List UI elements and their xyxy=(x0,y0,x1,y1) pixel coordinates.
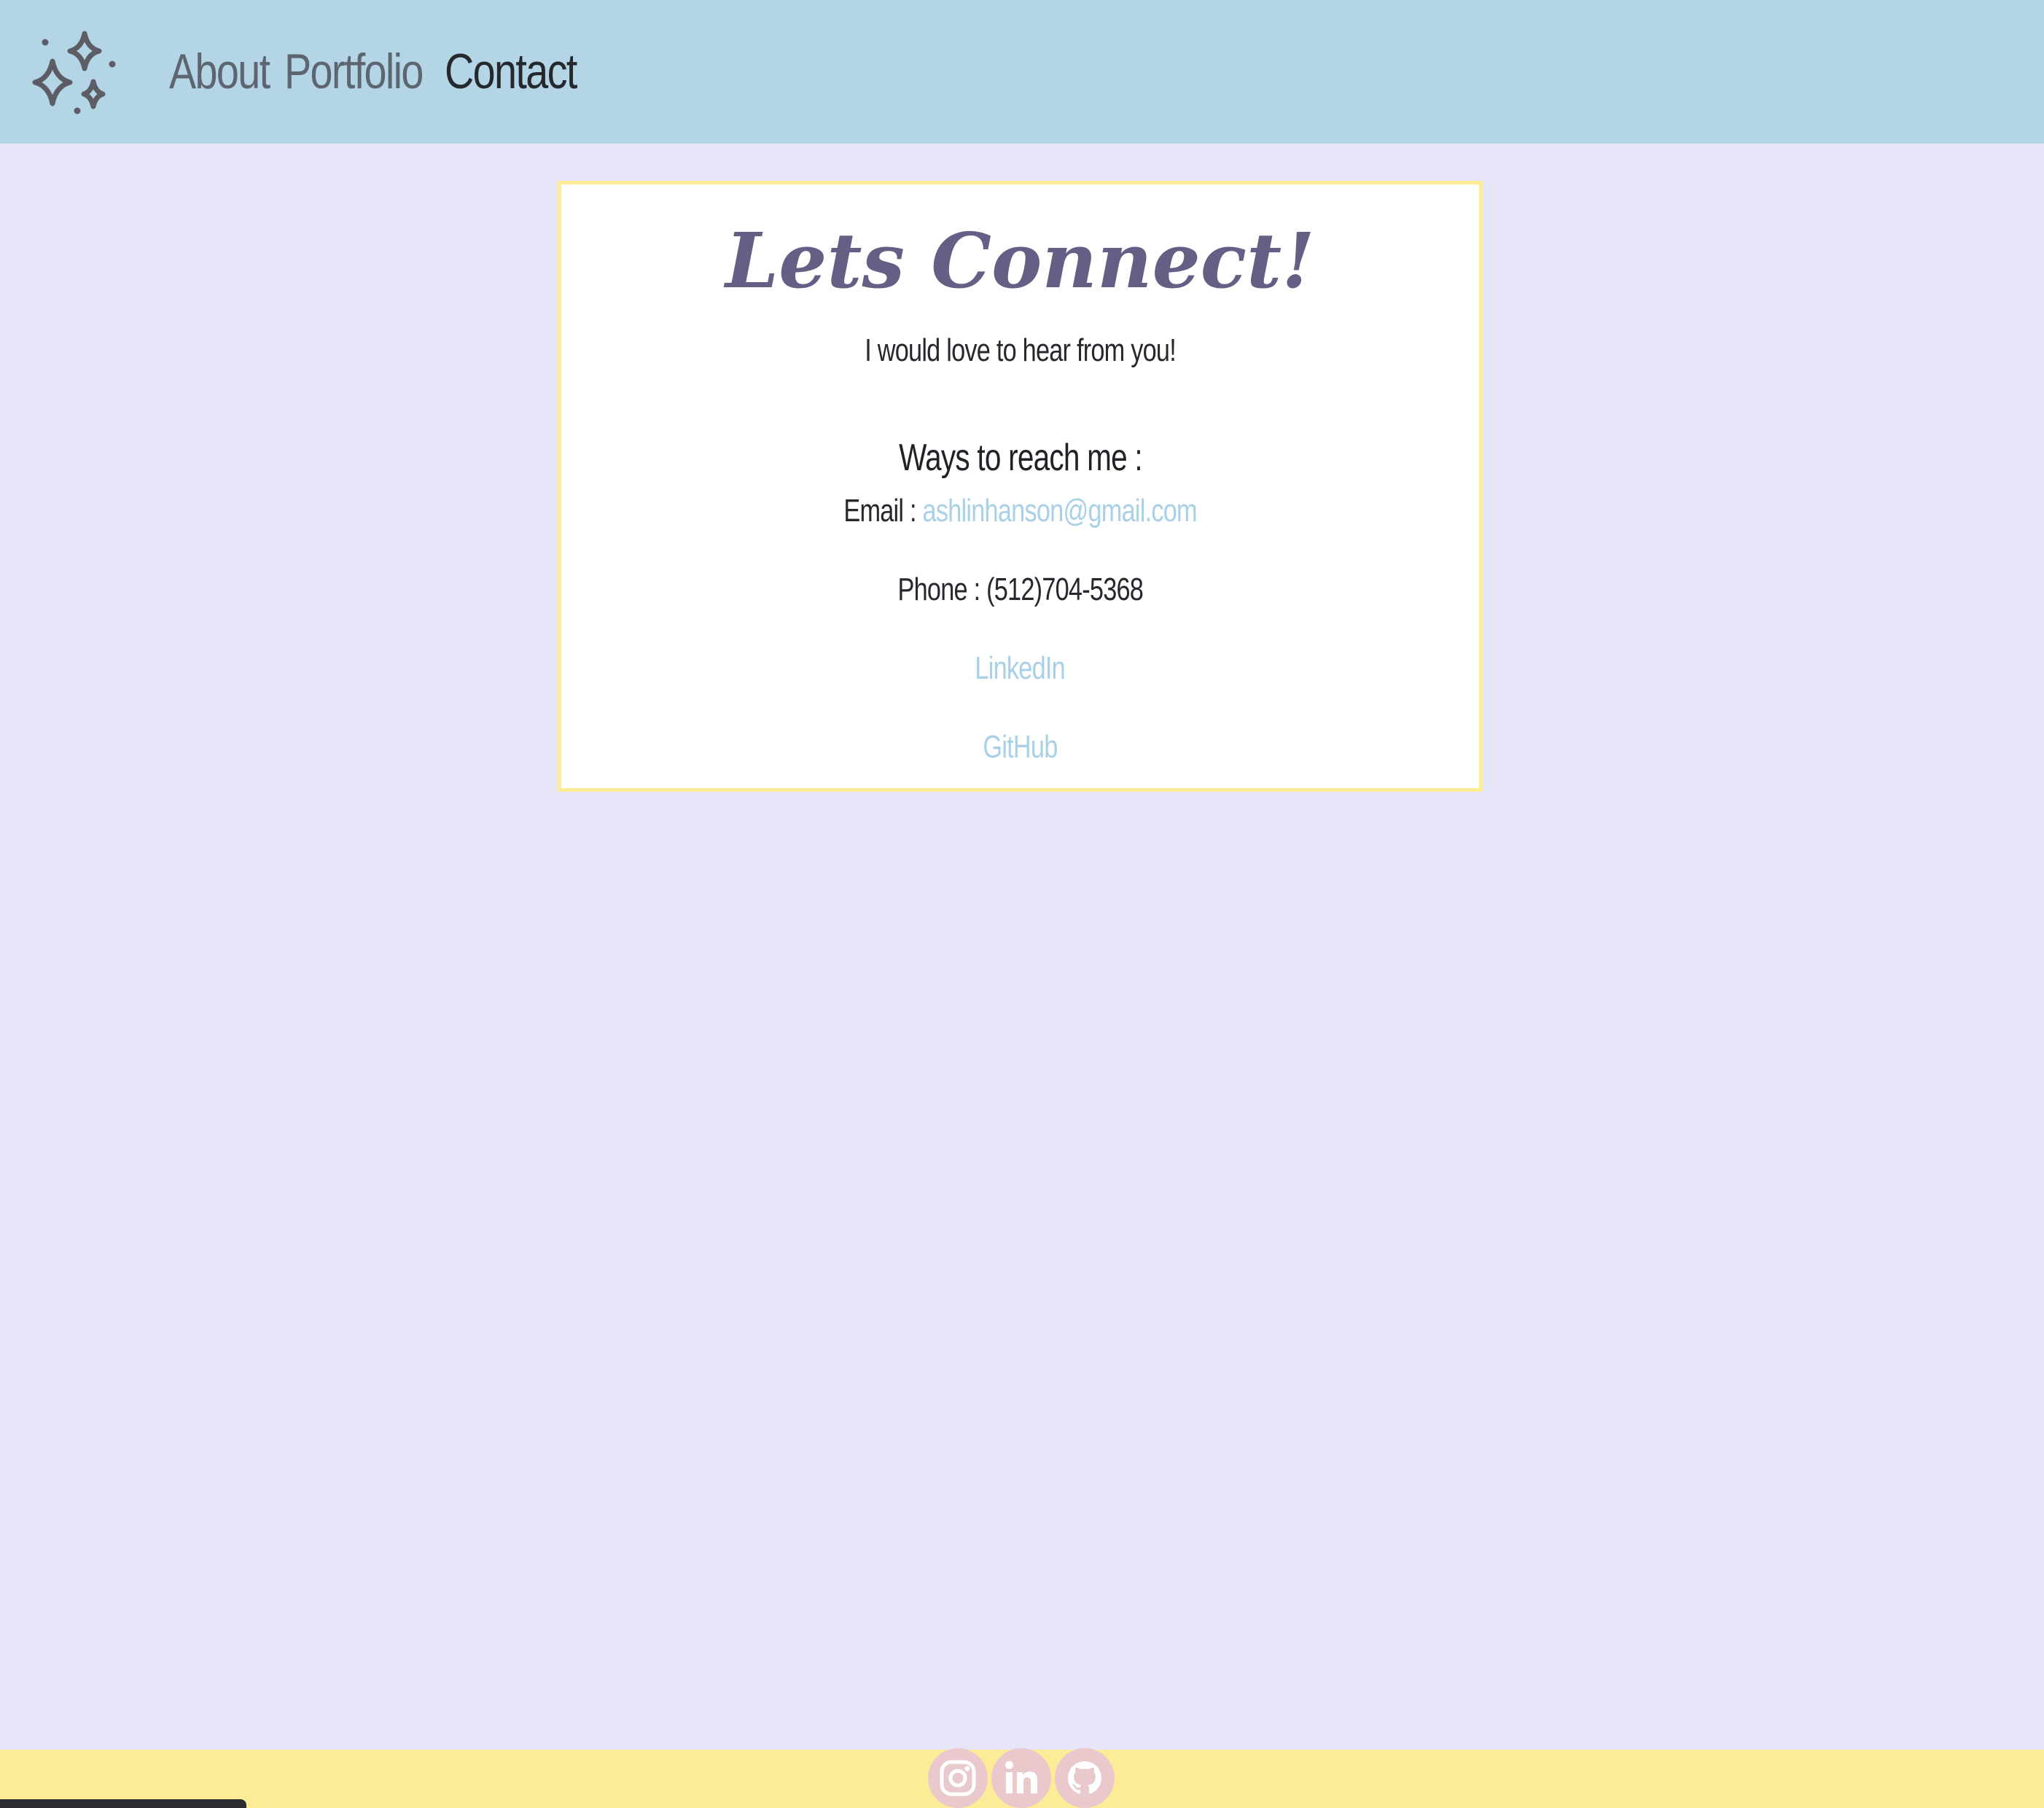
email-label: Email : xyxy=(843,493,916,529)
linkedin-icon[interactable] xyxy=(991,1748,1051,1808)
github-link[interactable]: GitHub xyxy=(983,729,1058,765)
contact-subtitle-text: I would love to hear from you! xyxy=(865,332,1177,368)
page-title: Lets Connect! xyxy=(561,214,1479,308)
nav-link-contact[interactable]: Contact xyxy=(445,42,577,101)
github-icon[interactable] xyxy=(1055,1748,1115,1808)
email-row: Email : ashlinhanson@gmail.com xyxy=(561,489,1479,533)
navbar: About Portfolio Contact xyxy=(0,0,2044,144)
phone-row: Phone : (512)704-5368 xyxy=(561,568,1479,612)
github-row: GitHub xyxy=(561,725,1479,769)
ways-heading: Ways to reach me : xyxy=(561,432,1479,483)
nav-link-portfolio[interactable]: Portfolio xyxy=(284,42,424,101)
email-link[interactable]: ashlinhanson@gmail.com xyxy=(922,493,1197,529)
ways-heading-text: Ways to reach me : xyxy=(898,437,1143,479)
instagram-icon[interactable] xyxy=(928,1748,988,1808)
linkedin-link[interactable]: LinkedIn xyxy=(975,650,1066,686)
contact-subtitle: I would love to hear from you! xyxy=(561,329,1479,373)
phone-value: (512)704-5368 xyxy=(986,572,1144,607)
browser-overlay-tab xyxy=(0,1799,246,1808)
linkedin-row: LinkedIn xyxy=(561,647,1479,690)
contact-card: Lets Connect! I would love to hear from … xyxy=(558,181,1483,792)
phone-label: Phone : xyxy=(897,572,980,607)
page-title-text: Lets Connect! xyxy=(725,216,1315,305)
nav-link-about[interactable]: About xyxy=(169,42,270,101)
sparkles-icon[interactable] xyxy=(28,26,122,121)
